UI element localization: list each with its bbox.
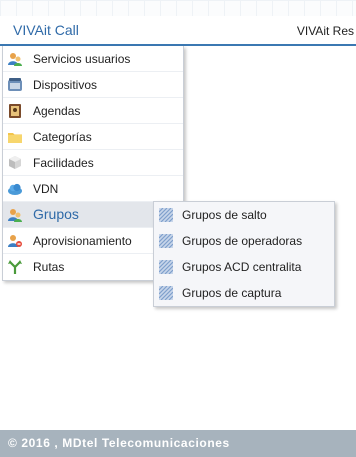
grupos-submenu: Grupos de salto Grupos de operadoras Gru…	[153, 201, 335, 307]
menu-item-label: Aprovisionamiento	[33, 234, 132, 248]
group-pattern-icon	[159, 260, 173, 274]
folder-icon	[8, 133, 22, 143]
app-right-title: VIVAit Res	[296, 24, 354, 38]
menu-item-label: Categorías	[33, 130, 92, 144]
group-pattern-icon	[159, 286, 173, 300]
route-icon	[8, 260, 22, 274]
user-provision-icon	[8, 235, 22, 247]
cloud-icon	[8, 183, 22, 195]
menu-item-servicios-usuarios[interactable]: Servicios usuarios	[3, 46, 183, 72]
users-icon	[8, 53, 22, 66]
menu-item-facilidades[interactable]: Facilidades	[3, 150, 183, 176]
submenu-item-grupos-acd-centralita[interactable]: Grupos ACD centralita	[154, 254, 334, 280]
phone-icon	[8, 78, 22, 91]
menu-item-label: Facilidades	[33, 156, 94, 170]
copyright-text: © 2016 , MDtel Telecomunicaciones	[8, 436, 230, 450]
menu-item-label: Agendas	[33, 104, 81, 118]
cubes-icon	[9, 156, 21, 169]
menu-item-label: Servicios usuarios	[33, 52, 131, 66]
submenu-item-grupos-de-captura[interactable]: Grupos de captura	[154, 280, 334, 306]
background-grid	[0, 0, 356, 16]
users-icon	[8, 209, 22, 222]
menu-item-label: Dispositivos	[33, 78, 98, 92]
menu-item-label: Grupos	[33, 206, 79, 222]
menu-item-dispositivos[interactable]: Dispositivos	[3, 72, 183, 98]
menu-item-label: VDN	[33, 182, 59, 196]
menu-item-categorias[interactable]: Categorías	[3, 124, 183, 150]
address-book-icon	[9, 104, 21, 118]
menu-item-label: Rutas	[33, 260, 65, 274]
submenu-item-label: Grupos de captura	[182, 286, 282, 300]
submenu-item-grupos-de-operadoras[interactable]: Grupos de operadoras	[154, 228, 334, 254]
submenu-item-label: Grupos de salto	[182, 208, 267, 222]
menu-item-vdn[interactable]: VDN	[3, 176, 183, 202]
group-pattern-icon	[159, 208, 173, 222]
app-header: VIVAit Call VIVAit Res	[0, 16, 356, 44]
submenu-item-label: Grupos de operadoras	[182, 234, 303, 248]
page-footer: © 2016 , MDtel Telecomunicaciones	[0, 430, 356, 457]
submenu-item-label: Grupos ACD centralita	[182, 260, 302, 274]
app-title[interactable]: VIVAit Call	[13, 22, 79, 38]
submenu-item-grupos-de-salto[interactable]: Grupos de salto	[154, 202, 334, 228]
group-pattern-icon	[159, 234, 173, 248]
menu-item-agendas[interactable]: Agendas	[3, 98, 183, 124]
